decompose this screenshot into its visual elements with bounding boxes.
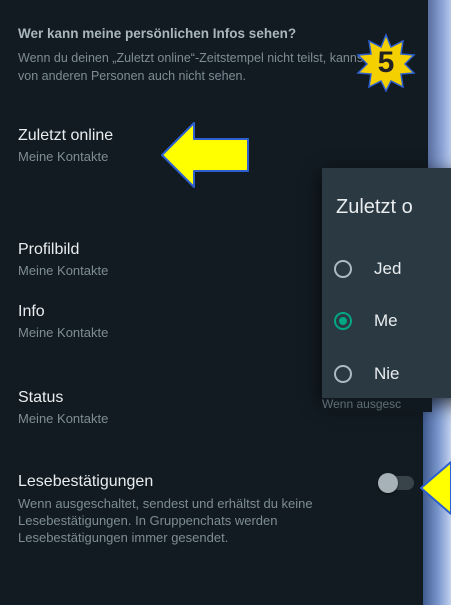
radio-unchecked-icon[interactable] xyxy=(334,365,352,383)
dialog-footer-text: Wenn ausgesc xyxy=(322,398,432,412)
yellow-arrow-left-icon xyxy=(161,122,249,188)
setting-title: Status xyxy=(18,389,64,406)
option-label: Nie xyxy=(374,364,400,383)
badge-number: 5 xyxy=(377,46,395,79)
option-label: Jed xyxy=(374,259,402,278)
last-seen-dialog: Zuletzt o Jed Me Nie xyxy=(322,168,451,398)
setting-last-seen[interactable]: Zuletzt online Meine Kontakte xyxy=(18,126,113,166)
setting-value: Meine Kontakte xyxy=(18,263,109,278)
setting-title: Profilbild xyxy=(18,241,80,258)
setting-value: Meine Kontakte xyxy=(18,149,109,164)
setting-value: Meine Kontakte xyxy=(18,411,109,426)
radio-unchecked-icon[interactable] xyxy=(334,260,352,278)
toggle-knob xyxy=(378,473,398,493)
setting-description: Wenn ausgeschaltet, sendest und erhältst… xyxy=(18,496,313,545)
yellow-arrow-left-icon xyxy=(420,461,451,515)
setting-title: Lesebestätigungen xyxy=(18,473,154,490)
setting-about[interactable]: Info Meine Kontakte xyxy=(18,302,108,342)
dialog-option-everyone[interactable]: Jed xyxy=(334,259,401,279)
setting-status[interactable]: Status Meine Kontakte xyxy=(18,388,108,428)
dialog-option-my-contacts[interactable]: Me xyxy=(334,311,398,331)
setting-value: Meine Kontakte xyxy=(18,325,109,340)
setting-title: Info xyxy=(18,303,45,320)
setting-profile-photo[interactable]: Profilbild Meine Kontakte xyxy=(18,240,108,280)
screenshot-stage: Wer kann meine persönlichen Infos sehen?… xyxy=(0,0,451,605)
setting-title: Zuletzt online xyxy=(18,127,114,144)
setting-read-receipts[interactable]: Lesebestätigungen Wenn ausgeschaltet, se… xyxy=(18,472,368,546)
option-label: Me xyxy=(374,311,398,330)
step-number-badge: 5 xyxy=(356,33,416,93)
read-receipts-toggle[interactable] xyxy=(378,473,414,493)
radio-checked-icon[interactable] xyxy=(334,312,352,330)
dialog-title: Zuletzt o xyxy=(336,196,413,218)
dialog-option-nobody[interactable]: Nie xyxy=(334,364,400,384)
